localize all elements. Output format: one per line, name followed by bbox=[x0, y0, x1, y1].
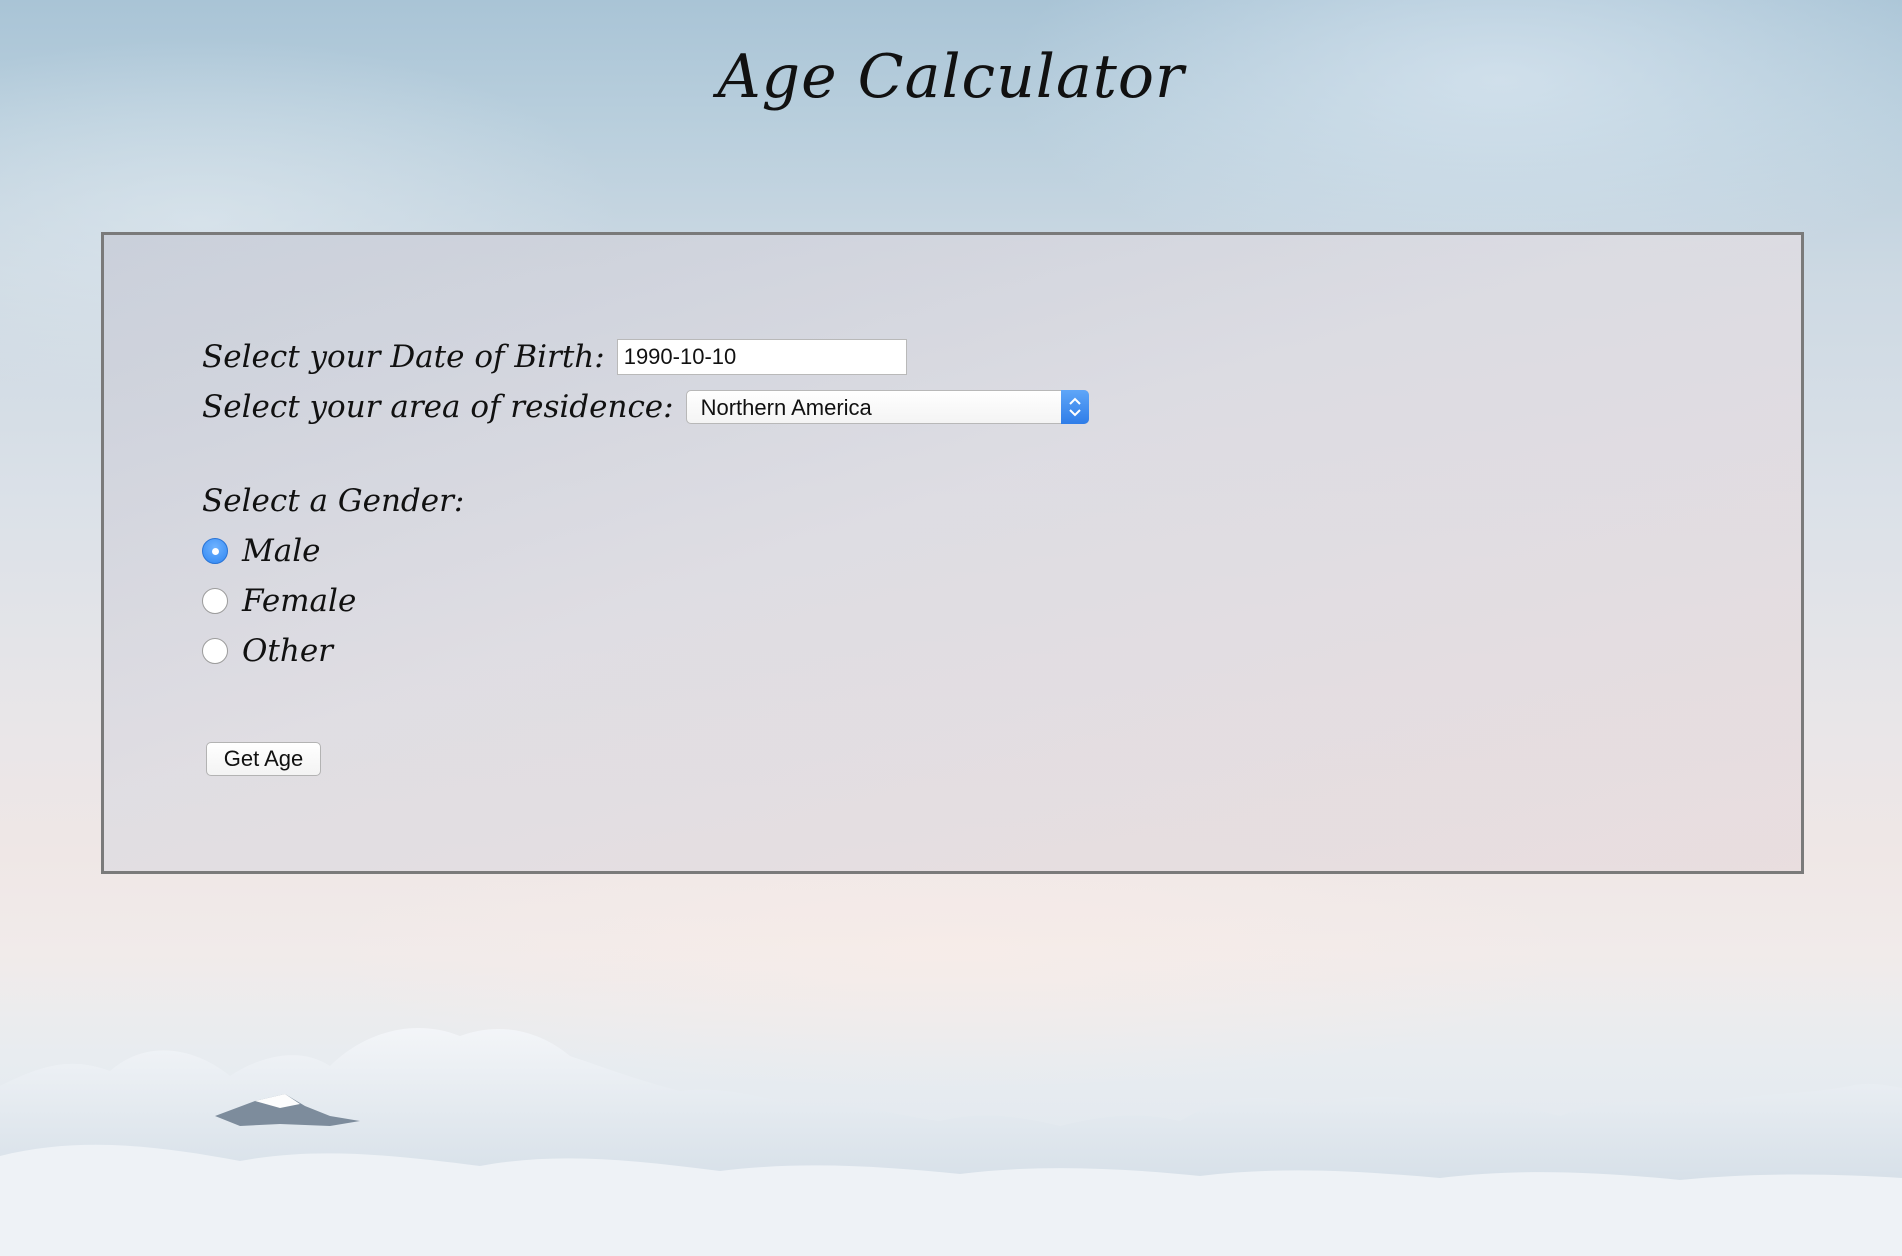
dob-input[interactable]: 1990-10-10 bbox=[616, 339, 907, 375]
get-age-button[interactable]: Get Age bbox=[206, 742, 321, 776]
gender-option-other[interactable]: Other bbox=[202, 633, 333, 669]
chevron-up-down-icon bbox=[1060, 390, 1089, 424]
form-panel: Select your Date of Birth: 1990-10-10 Se… bbox=[101, 232, 1804, 874]
gender-option-label: Male bbox=[242, 533, 321, 569]
dob-row: Select your Date of Birth: 1990-10-10 bbox=[202, 339, 907, 375]
gender-label: Select a Gender: bbox=[202, 483, 465, 519]
radio-other[interactable] bbox=[202, 638, 228, 664]
gender-option-male[interactable]: Male bbox=[202, 533, 320, 569]
residence-select[interactable]: Northern America bbox=[685, 390, 1089, 424]
residence-select-value: Northern America bbox=[700, 395, 872, 420]
gender-option-label: Other bbox=[242, 633, 334, 669]
radio-male[interactable] bbox=[202, 538, 228, 564]
residence-label: Select your area of residence: bbox=[202, 389, 674, 425]
gender-option-female[interactable]: Female bbox=[202, 583, 356, 619]
background-clouds bbox=[0, 1027, 1902, 1256]
page-title: Age Calculator bbox=[717, 42, 1185, 112]
radio-female[interactable] bbox=[202, 588, 228, 614]
dob-label: Select your Date of Birth: bbox=[202, 339, 605, 375]
gender-option-label: Female bbox=[242, 583, 357, 619]
residence-row: Select your area of residence: Northern … bbox=[202, 389, 1089, 425]
